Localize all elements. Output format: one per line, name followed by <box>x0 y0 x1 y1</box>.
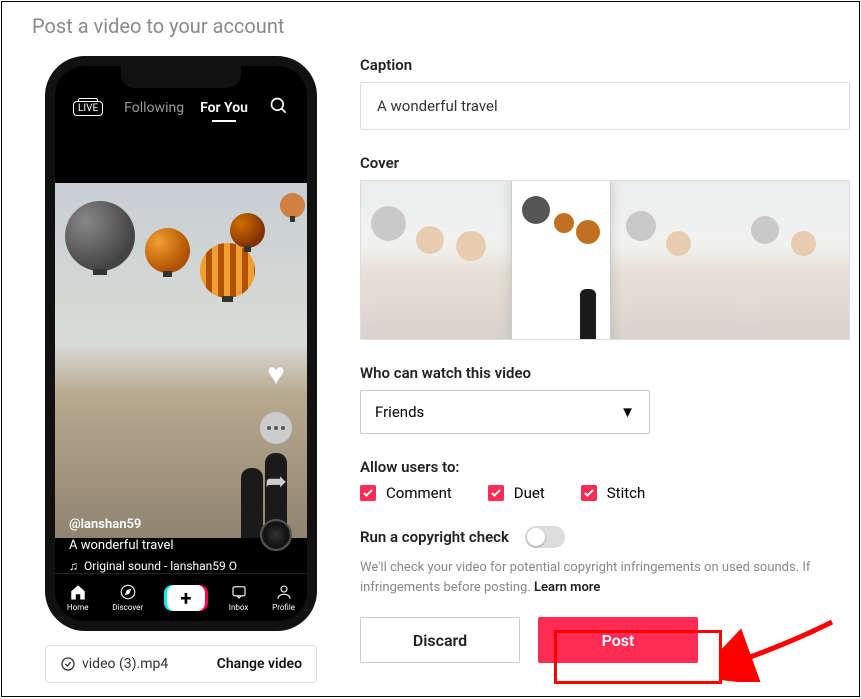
nav-home[interactable]: Home <box>67 583 89 612</box>
preview-username: @lanshan59 <box>69 517 237 532</box>
nav-create-button[interactable]: + <box>167 585 205 611</box>
checkbox-duet[interactable]: Duet <box>488 484 545 502</box>
checkbox-stitch[interactable]: Stitch <box>581 484 645 502</box>
search-icon[interactable] <box>269 96 289 120</box>
page-title: Post a video to your account <box>2 2 859 38</box>
cover-selected-frame[interactable] <box>511 180 611 340</box>
file-row: video (3).mp4 Change video <box>45 645 317 683</box>
nav-profile[interactable]: Profile <box>272 583 295 612</box>
change-video-link[interactable]: Change video <box>217 656 302 672</box>
copyright-label: Run a copyright check <box>360 528 509 546</box>
comment-icon[interactable] <box>259 411 293 445</box>
cover-label: Cover <box>360 154 850 172</box>
tab-following[interactable]: Following <box>124 100 184 116</box>
nav-discover[interactable]: Discover <box>112 583 143 612</box>
privacy-value: Friends <box>375 403 424 421</box>
preview-caption: A wonderful travel <box>69 538 237 553</box>
nav-inbox[interactable]: Inbox <box>229 583 249 612</box>
allow-label: Allow users to: <box>360 458 850 476</box>
copyright-toggle[interactable] <box>525 526 565 548</box>
file-name: video (3).mp4 <box>60 656 168 672</box>
share-icon[interactable]: ➦ <box>259 465 293 499</box>
post-button[interactable]: Post <box>538 617 698 663</box>
preview-sound: ♫ Original sound - lanshan59 O <box>69 559 237 573</box>
caption-label: Caption <box>360 56 850 74</box>
chevron-down-icon: ▼ <box>620 403 635 421</box>
checkbox-comment[interactable]: Comment <box>360 484 452 502</box>
privacy-label: Who can watch this video <box>360 364 850 382</box>
privacy-select[interactable]: Friends ▼ <box>360 390 650 434</box>
check-icon <box>488 485 504 501</box>
discard-button[interactable]: Discard <box>360 617 520 663</box>
like-icon[interactable]: ♥ <box>259 357 293 391</box>
check-icon <box>360 485 376 501</box>
cover-selector[interactable] <box>360 180 850 340</box>
sound-disc-icon[interactable] <box>260 519 292 551</box>
live-icon: LIVE <box>73 101 103 116</box>
phone-preview: LIVE Following For You ♥ <box>45 56 317 631</box>
copyright-description: We'll check your video for potential cop… <box>360 558 850 597</box>
learn-more-link[interactable]: Learn more <box>534 580 600 595</box>
check-icon <box>581 485 597 501</box>
caption-input[interactable] <box>360 82 850 130</box>
tab-for-you[interactable]: For You <box>200 100 248 116</box>
